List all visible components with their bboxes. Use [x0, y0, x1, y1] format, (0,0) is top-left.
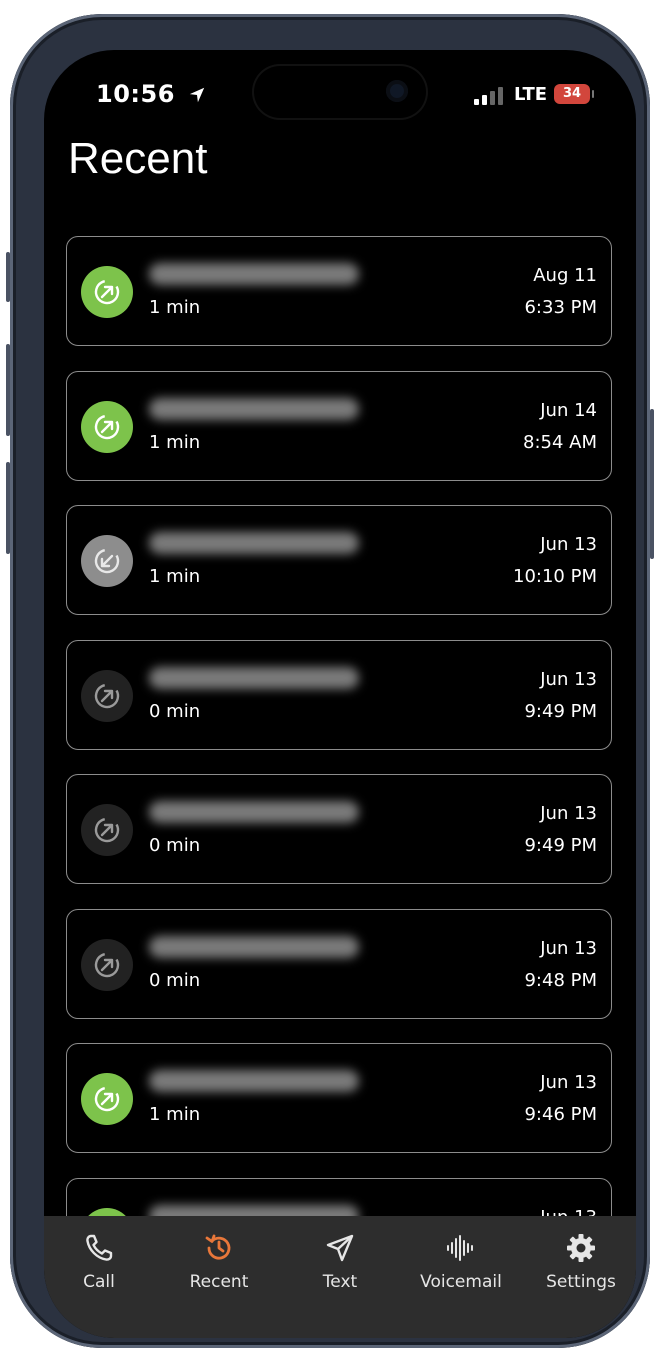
call-duration: 1 min [149, 1104, 201, 1125]
contact-name-redacted [149, 397, 359, 420]
tab-settings[interactable]: Settings [526, 1228, 636, 1308]
call-time: 6:33 PM [524, 297, 597, 318]
contact-name-redacted [149, 1070, 359, 1092]
battery-icon: 34 [554, 84, 594, 104]
tab-label: Settings [546, 1272, 616, 1292]
call-time: 9:49 PM [524, 700, 597, 722]
tab-label: Text [322, 1272, 358, 1292]
volume-up-button [6, 344, 10, 436]
call-duration: 1 min [149, 566, 201, 587]
call-duration: 0 min [149, 969, 201, 991]
send-icon [285, 1228, 395, 1268]
action-button [6, 252, 10, 302]
call-row[interactable]: 1 min Jun 14 8:54 AM [66, 370, 612, 481]
side-button [650, 409, 654, 559]
call-date: Jun 13 [540, 534, 597, 555]
tab-voicemail[interactable]: Voicemail [406, 1228, 516, 1308]
call-row[interactable]: 1 min Jun 13 10:10 PM [66, 505, 612, 615]
tab-text[interactable]: Text [285, 1228, 395, 1308]
history-icon [164, 1228, 274, 1268]
network-label: LTE [514, 84, 548, 105]
call-time: 10:10 PM [513, 566, 597, 587]
call-missed-icon [81, 804, 133, 856]
call-row[interactable]: 0 min Jun 13 9:48 PM [66, 908, 612, 1019]
call-row[interactable]: 1 min Jun 13 9:46 PM [66, 1043, 612, 1153]
call-duration: 1 min [149, 297, 201, 318]
volume-down-button [6, 462, 10, 554]
tab-label: Call [83, 1272, 115, 1292]
call-duration: 0 min [149, 700, 201, 722]
tab-bar: Call Recent Text Voicemail Settings [44, 1216, 636, 1338]
tab-label: Voicemail [420, 1272, 502, 1292]
call-missed-icon [81, 669, 133, 722]
call-time: 9:48 PM [524, 969, 597, 991]
call-date: Jun 13 [540, 1072, 597, 1093]
signal-icon [474, 87, 506, 111]
call-answered-icon [81, 400, 133, 453]
call-answered-icon [81, 266, 133, 318]
tab-label: Recent [189, 1272, 249, 1292]
gear-icon [526, 1228, 636, 1268]
screen: 10:56 LTE 34 Recent 1 min Aug 11 6:33 PM 1 … [44, 50, 636, 1338]
call-time: 9:49 PM [524, 835, 597, 856]
phone-frame: 10:56 LTE 34 Recent 1 min Aug 11 6:33 PM 1 … [6, 14, 654, 1348]
battery-level: 34 [562, 86, 582, 101]
status-time: 10:56 [96, 80, 206, 108]
call-duration: 1 min [149, 431, 201, 453]
call-date: Jun 14 [540, 399, 597, 421]
contact-name-redacted [149, 532, 359, 554]
dynamic-island [254, 66, 426, 118]
call-time: 9:46 PM [524, 1104, 597, 1125]
contact-name-redacted [149, 263, 359, 285]
tab-call[interactable]: Call [44, 1228, 154, 1308]
call-date: Jun 13 [540, 937, 597, 959]
status-bar: 10:56 LTE 34 [44, 50, 636, 140]
page-title: Recent [68, 134, 208, 183]
call-row[interactable]: 0 min Jun 13 9:49 PM [66, 639, 612, 750]
phone-icon [44, 1228, 154, 1268]
call-date: Jun 13 [540, 668, 597, 690]
call-date: Jun 13 [540, 803, 597, 824]
call-row[interactable]: 0 min Jun 13 9:49 PM [66, 774, 612, 884]
call-duration: 0 min [149, 835, 201, 856]
call-time: 8:54 AM [523, 431, 597, 453]
camera-icon [386, 80, 408, 102]
call-incoming-icon [81, 535, 133, 587]
contact-name-redacted [149, 935, 359, 958]
call-missed-icon [81, 938, 133, 991]
waveform-icon [406, 1228, 516, 1268]
location-arrow-icon [189, 87, 204, 103]
contact-name-redacted [149, 666, 359, 689]
call-answered-icon [81, 1073, 133, 1125]
contact-name-redacted [149, 801, 359, 823]
call-row[interactable]: 1 min Aug 11 6:33 PM [66, 236, 612, 346]
call-date: Aug 11 [533, 265, 597, 286]
tab-recent[interactable]: Recent [164, 1228, 274, 1308]
status-time-text: 10:56 [96, 80, 175, 108]
